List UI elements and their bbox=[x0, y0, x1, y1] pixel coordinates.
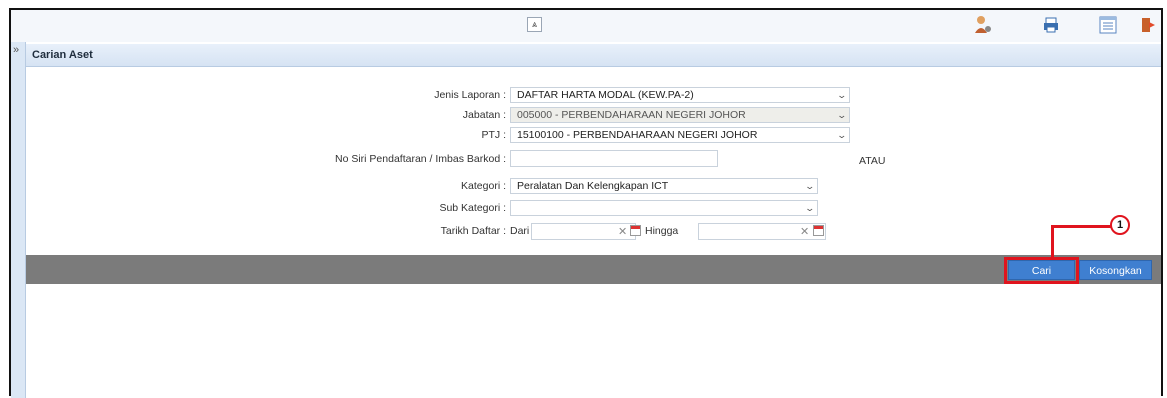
action-bar: Cari Kosongkan bbox=[26, 255, 1161, 284]
hingga-label: Hingga bbox=[645, 225, 679, 237]
side-expand-strip[interactable]: » bbox=[11, 42, 26, 398]
chevron-down-icon: ⌄ bbox=[836, 90, 848, 100]
logout-icon[interactable] bbox=[1139, 15, 1159, 35]
jenis-laporan-select[interactable]: DAFTAR HARTA MODAL (KEW.PA-2) ⌄ bbox=[510, 87, 850, 103]
expand-sidebar-icon[interactable]: » bbox=[13, 44, 19, 56]
sub-kategori-label: Sub Kategori : bbox=[439, 202, 506, 214]
sub-kategori-select[interactable]: ⌄ bbox=[510, 200, 818, 216]
jabatan-select[interactable]: 005000 - PERBENDAHARAAN NEGERI JOHOR ⌄ bbox=[510, 107, 850, 123]
app-frame: ⩓ » Carian Aset Jenis Laporan : DAFTAR H… bbox=[9, 8, 1163, 398]
dari-label: Dari bbox=[510, 225, 530, 237]
clear-dari-icon[interactable]: ✕ bbox=[618, 225, 627, 238]
search-form: Jenis Laporan : DAFTAR HARTA MODAL (KEW.… bbox=[26, 67, 1161, 253]
highlight-box bbox=[1004, 257, 1079, 284]
no-siri-input[interactable] bbox=[510, 150, 718, 167]
chevron-down-icon: ⌄ bbox=[836, 110, 848, 120]
atau-label: ATAU bbox=[859, 155, 886, 167]
kategori-value: Peralatan Dan Kelengkapan ICT bbox=[517, 180, 669, 192]
kategori-select[interactable]: Peralatan Dan Kelengkapan ICT ⌄ bbox=[510, 178, 818, 194]
no-siri-label: No Siri Pendaftaran / Imbas Barkod : bbox=[335, 153, 506, 165]
user-settings-icon[interactable] bbox=[973, 15, 993, 35]
step-callout: 1 bbox=[1110, 215, 1130, 235]
print-icon[interactable] bbox=[1041, 15, 1061, 35]
collapse-header-button[interactable]: ⩓ bbox=[527, 17, 542, 32]
ptj-value: 15100100 - PERBENDAHARAAN NEGERI JOHOR bbox=[517, 129, 758, 141]
chevron-down-icon: ⌄ bbox=[804, 203, 816, 213]
list-view-icon[interactable] bbox=[1098, 15, 1118, 35]
chevron-down-icon: ⌄ bbox=[804, 181, 816, 191]
panel-header: Carian Aset bbox=[26, 44, 1161, 67]
panel-title: Carian Aset bbox=[32, 49, 93, 61]
jabatan-value: 005000 - PERBENDAHARAAN NEGERI JOHOR bbox=[517, 109, 746, 121]
kategori-label: Kategori : bbox=[461, 180, 506, 192]
clear-hingga-icon[interactable]: ✕ bbox=[800, 225, 809, 238]
calendar-dari-icon[interactable] bbox=[630, 225, 641, 236]
jenis-laporan-value: DAFTAR HARTA MODAL (KEW.PA-2) bbox=[517, 89, 694, 101]
ptj-label: PTJ : bbox=[481, 129, 506, 141]
calendar-hingga-icon[interactable] bbox=[813, 225, 824, 236]
callout-line bbox=[1051, 225, 1111, 228]
chevron-down-icon: ⌄ bbox=[836, 130, 848, 140]
tarikh-daftar-label: Tarikh Daftar : bbox=[440, 225, 506, 237]
kosongkan-button[interactable]: Kosongkan bbox=[1079, 260, 1152, 280]
jenis-laporan-label: Jenis Laporan : bbox=[434, 89, 506, 101]
top-toolbar: ⩓ bbox=[11, 10, 1161, 42]
jabatan-label: Jabatan : bbox=[462, 109, 506, 121]
callout-line bbox=[1051, 225, 1054, 258]
ptj-select[interactable]: 15100100 - PERBENDAHARAAN NEGERI JOHOR ⌄ bbox=[510, 127, 850, 143]
